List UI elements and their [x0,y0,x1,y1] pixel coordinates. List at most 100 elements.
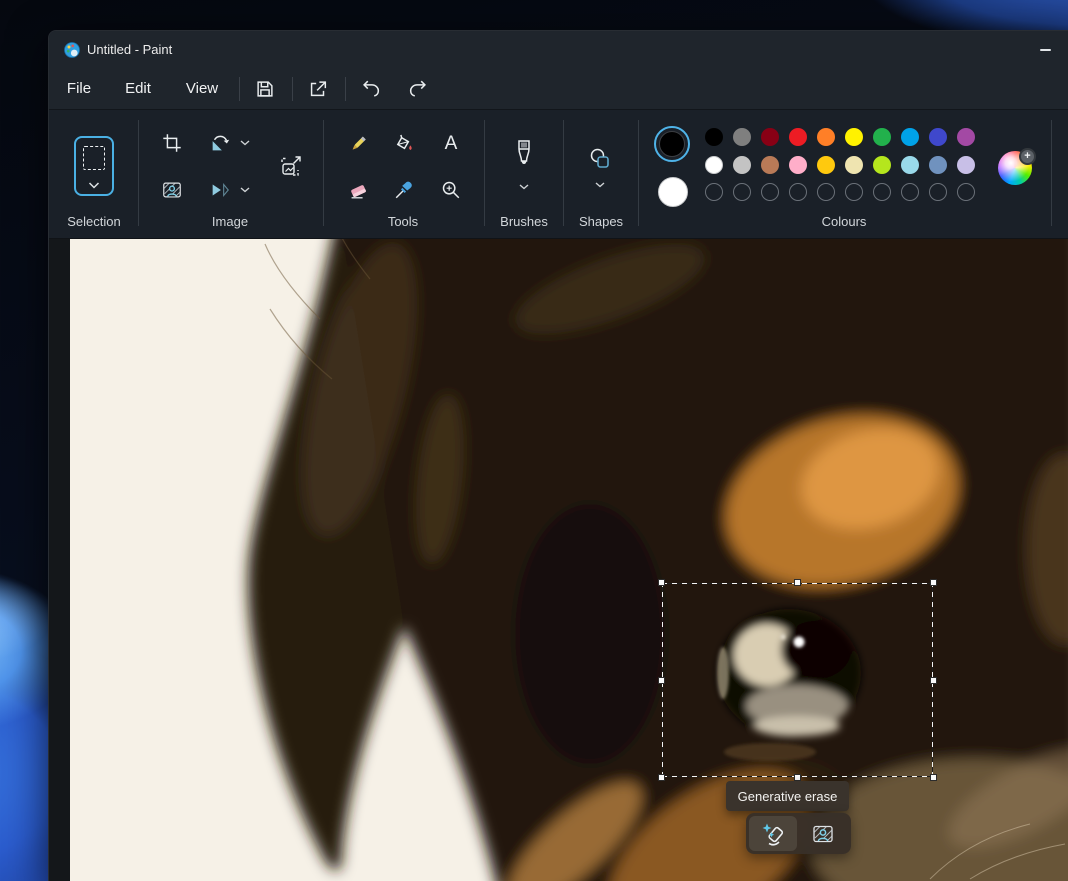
menu-edit[interactable]: Edit [115,69,161,109]
crop-icon [161,132,183,154]
foreground-color-swatch[interactable] [654,126,690,162]
section-label-selection: Selection [67,214,120,229]
selection-handle[interactable] [658,774,665,781]
eraser-icon [347,179,369,201]
flip-button[interactable] [204,174,236,206]
menu-file[interactable]: File [59,69,99,109]
pencil-tool-button[interactable] [342,128,374,160]
menubar-separator [292,77,293,101]
palette-swatch[interactable] [733,156,751,174]
selection-handle[interactable] [658,579,665,586]
selection-rectangle-icon [83,146,105,170]
palette-swatch[interactable] [901,156,919,174]
resize-image-button[interactable] [275,150,307,182]
menu-view[interactable]: View [179,69,225,109]
palette-swatch-empty[interactable] [817,183,835,201]
remove-background-icon [161,179,183,201]
palette-swatch[interactable] [817,128,835,146]
generative-erase-icon [760,821,786,847]
background-color-swatch[interactable] [658,177,688,207]
canvas-workarea: Generative erase [49,239,1068,881]
paint-logo-icon [63,41,81,59]
palette-swatch[interactable] [817,156,835,174]
palette-swatch[interactable] [789,128,807,146]
selection-marquee[interactable] [662,583,933,777]
chevron-down-icon [88,182,100,189]
ribbon-separator [1051,120,1052,226]
remove-background-button[interactable] [156,174,188,206]
crop-button[interactable] [156,127,188,159]
add-colour-icon: + [1019,148,1036,165]
redo-button[interactable] [402,73,434,105]
canvas[interactable]: Generative erase [70,239,1068,881]
selection-handle[interactable] [930,677,937,684]
selection-tool-button[interactable] [74,136,114,196]
shapes-button[interactable] [584,143,616,175]
palette-swatch[interactable] [929,156,947,174]
brushes-button[interactable] [508,138,540,170]
share-icon [307,78,329,100]
ribbon: Selection [49,109,1068,239]
selection-handle[interactable] [794,774,801,781]
palette-swatch-empty[interactable] [705,183,723,201]
flip-dropdown-chevron[interactable] [237,182,253,198]
palette-swatch[interactable] [705,128,723,146]
section-label-tools: Tools [388,214,418,229]
remove-background-floating-button[interactable] [799,816,847,851]
selection-handle[interactable] [930,774,937,781]
generative-erase-button[interactable] [749,816,797,851]
magnifier-tool-button[interactable] [435,174,467,206]
palette-swatch[interactable] [789,156,807,174]
rotate-icon [209,132,231,154]
palette-swatch[interactable] [761,128,779,146]
palette-swatch[interactable] [761,156,779,174]
selection-handle[interactable] [794,579,801,586]
foreground-color [659,131,685,157]
menubar: File Edit View [49,69,1068,109]
menubar-separator [345,77,346,101]
fill-tool-button[interactable] [388,128,420,160]
chevron-down-icon [595,182,605,188]
selection-handle[interactable] [930,579,937,586]
palette-swatch[interactable] [957,156,975,174]
save-button[interactable] [249,73,281,105]
rotate-dropdown-chevron[interactable] [237,135,253,151]
palette-swatch[interactable] [733,128,751,146]
section-label-image: Image [212,214,248,229]
palette-swatch-empty[interactable] [761,183,779,201]
color-picker-tool-button[interactable] [388,174,420,206]
share-button[interactable] [302,73,334,105]
chevron-down-icon [240,187,250,193]
palette-swatch[interactable] [957,128,975,146]
palette-swatch-empty[interactable] [901,183,919,201]
palette-swatch-empty[interactable] [845,183,863,201]
shapes-dropdown-chevron[interactable] [592,177,608,193]
rotate-button[interactable] [204,127,236,159]
eraser-tool-button[interactable] [342,174,374,206]
selection-handle[interactable] [658,677,665,684]
text-tool-button[interactable]: A [435,128,467,160]
eyedropper-icon [393,179,415,201]
palette-swatch-empty[interactable] [929,183,947,201]
palette-swatch[interactable] [845,156,863,174]
palette-swatch[interactable] [705,156,723,174]
palette-swatch[interactable] [901,128,919,146]
palette-swatch[interactable] [845,128,863,146]
palette-swatch[interactable] [929,128,947,146]
undo-icon [360,78,382,100]
palette-swatch[interactable] [873,156,891,174]
palette-swatch-empty[interactable] [789,183,807,201]
palette-swatch-empty[interactable] [957,183,975,201]
palette-swatch-empty[interactable] [873,183,891,201]
paint-window: Untitled - Paint File Edit View [48,30,1068,881]
minimize-button[interactable] [1027,37,1063,63]
palette-swatch[interactable] [873,128,891,146]
undo-button[interactable] [355,73,387,105]
brushes-dropdown-chevron[interactable] [516,179,532,195]
section-label-brushes: Brushes [500,214,548,229]
ribbon-separator [638,120,639,226]
pencil-icon [347,133,369,155]
palette-swatch-empty[interactable] [733,183,751,201]
ribbon-separator [484,120,485,226]
selection-floating-toolbar [746,813,851,854]
